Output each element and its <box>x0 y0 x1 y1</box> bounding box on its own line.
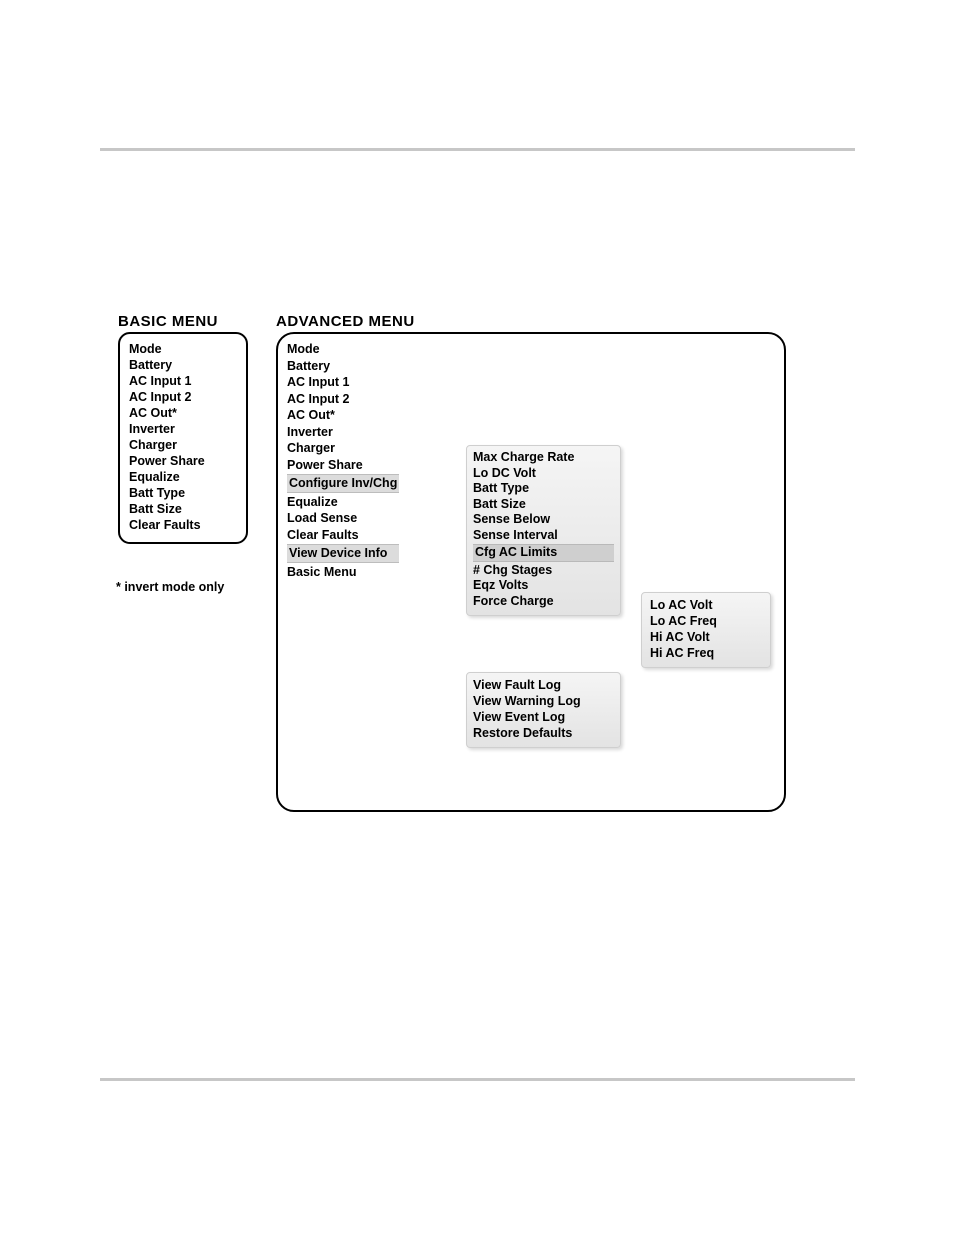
advanced-menu-item[interactable]: AC Input 1 <box>287 374 399 391</box>
advanced-menu-item[interactable]: Clear Faults <box>287 527 399 544</box>
basic-menu-item[interactable]: Clear Faults <box>129 517 237 533</box>
advanced-menu-item[interactable]: Power Share <box>287 457 399 474</box>
submenu-item[interactable]: Lo AC Volt <box>650 597 762 613</box>
basic-menu-item[interactable]: Charger <box>129 437 237 453</box>
submenu-item[interactable]: Restore Defaults <box>473 725 614 741</box>
advanced-menu-item[interactable]: Inverter <box>287 424 399 441</box>
basic-menu-item[interactable]: Equalize <box>129 469 237 485</box>
advanced-menu-item[interactable]: Equalize <box>287 494 399 511</box>
basic-menu-item[interactable]: Batt Type <box>129 485 237 501</box>
basic-menu-item[interactable]: Mode <box>129 341 237 357</box>
advanced-menu-item-view-device-info[interactable]: View Device Info <box>287 544 399 563</box>
basic-menu-item[interactable]: AC Out* <box>129 405 237 421</box>
advanced-menu-item[interactable]: Charger <box>287 440 399 457</box>
submenu-item[interactable]: Max Charge Rate <box>473 450 614 466</box>
basic-menu-item[interactable]: AC Input 1 <box>129 373 237 389</box>
submenu-item[interactable]: Batt Type <box>473 481 614 497</box>
submenu-item[interactable]: Hi AC Volt <box>650 629 762 645</box>
submenu-item[interactable]: View Fault Log <box>473 677 614 693</box>
submenu-item[interactable]: Eqz Volts <box>473 578 614 594</box>
submenu-item[interactable]: Sense Below <box>473 512 614 528</box>
advanced-menu-item[interactable]: AC Out* <box>287 407 399 424</box>
advanced-menu-item[interactable]: AC Input 2 <box>287 391 399 408</box>
configure-invchg-submenu: Max Charge Rate Lo DC Volt Batt Type Bat… <box>466 445 621 616</box>
submenu-item[interactable]: Sense Interval <box>473 528 614 544</box>
submenu-item[interactable]: Lo DC Volt <box>473 466 614 482</box>
page: BASIC MENU ADVANCED MENU Mode Battery AC… <box>0 0 954 1235</box>
basic-menu-item[interactable]: Inverter <box>129 421 237 437</box>
top-rule <box>100 148 855 151</box>
submenu-item[interactable]: Hi AC Freq <box>650 645 762 661</box>
submenu-item[interactable]: Lo AC Freq <box>650 613 762 629</box>
advanced-menu-item-configure-invchg[interactable]: Configure Inv/Chg <box>287 474 399 493</box>
basic-menu-item[interactable]: AC Input 2 <box>129 389 237 405</box>
bottom-rule <box>100 1078 855 1081</box>
view-device-info-submenu: View Fault Log View Warning Log View Eve… <box>466 672 621 748</box>
basic-menu-heading: BASIC MENU <box>118 313 218 330</box>
submenu-item[interactable]: Batt Size <box>473 497 614 513</box>
footnote: * invert mode only <box>116 580 224 594</box>
basic-menu-item[interactable]: Power Share <box>129 453 237 469</box>
advanced-menu-item[interactable]: Load Sense <box>287 510 399 527</box>
cfg-ac-limits-submenu: Lo AC Volt Lo AC Freq Hi AC Volt Hi AC F… <box>641 592 771 668</box>
basic-menu-item[interactable]: Batt Size <box>129 501 237 517</box>
advanced-menu-list: Mode Battery AC Input 1 AC Input 2 AC Ou… <box>287 341 399 580</box>
submenu-item[interactable]: # Chg Stages <box>473 563 614 579</box>
basic-menu-panel: Mode Battery AC Input 1 AC Input 2 AC Ou… <box>118 332 248 544</box>
submenu-item-cfg-ac-limits[interactable]: Cfg AC Limits <box>473 544 614 562</box>
submenu-item[interactable]: View Warning Log <box>473 693 614 709</box>
submenu-item[interactable]: Force Charge <box>473 594 614 610</box>
submenu-item[interactable]: View Event Log <box>473 709 614 725</box>
advanced-menu-heading: ADVANCED MENU <box>276 313 415 330</box>
advanced-menu-item[interactable]: Mode <box>287 341 399 358</box>
basic-menu-item[interactable]: Battery <box>129 357 237 373</box>
advanced-menu-item[interactable]: Basic Menu <box>287 564 399 581</box>
advanced-menu-item[interactable]: Battery <box>287 358 399 375</box>
